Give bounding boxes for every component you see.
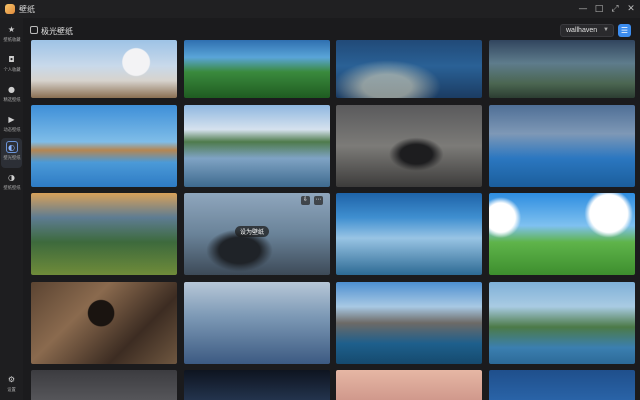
sidebar-item-label: 个人收藏: [2, 67, 21, 72]
sidebar-item-label: 设置: [7, 387, 16, 392]
folder-icon: ◘: [8, 54, 15, 64]
sidebar: ★ 壁纸收藏 ◘ 个人收藏 ● 精选壁纸 ▶ 动态壁纸 ◐ 壁光壁纸 ◑ 壁纸壁…: [0, 18, 23, 400]
wallpaper-thumbnail[interactable]: [31, 105, 177, 187]
wallpaper-thumbnail[interactable]: [336, 193, 482, 275]
gear-icon: ⚙: [7, 374, 16, 384]
wallpaper-thumbnail[interactable]: [184, 370, 330, 400]
play-icon: ▶: [8, 114, 15, 124]
wallpaper-thumbnail[interactable]: [184, 105, 330, 187]
wallpaper-thumbnail[interactable]: [336, 282, 482, 364]
page-title: 极光壁纸: [41, 27, 73, 36]
sidebar-item-label: 动态壁纸: [2, 127, 21, 132]
wallpaper-thumbnail[interactable]: [31, 193, 177, 275]
wallpaper-thumbnail[interactable]: ⇩ ⋯ 设为壁纸: [184, 193, 330, 275]
palette-icon: ◐: [5, 141, 18, 153]
wallpaper-thumbnail[interactable]: [336, 105, 482, 187]
sidebar-item-label: 精选壁纸: [2, 97, 21, 102]
wallpaper-thumbnail[interactable]: [489, 282, 635, 364]
sidebar-item-label: 壁纸壁纸: [2, 185, 21, 190]
wallpaper-thumbnail[interactable]: [489, 105, 635, 187]
circle-icon: ●: [8, 84, 15, 94]
wallpaper-thumbnail[interactable]: [489, 370, 635, 400]
sidebar-item-favorites[interactable]: ★ 壁纸收藏: [1, 20, 22, 50]
more-icon[interactable]: ⋯: [314, 196, 323, 205]
gallery-icon: [30, 26, 38, 34]
wallpaper-grid: ⇩ ⋯ 设为壁纸: [31, 40, 635, 400]
wallpaper-thumbnail[interactable]: [31, 370, 177, 400]
source-select-value: wallhaven: [566, 27, 598, 34]
sidebar-item-personal[interactable]: ◘ 个人收藏: [1, 50, 22, 80]
sidebar-item-label: 壁光壁纸: [2, 155, 21, 160]
sidebar-item-settings[interactable]: ⚙ 设置: [1, 370, 22, 400]
wallpaper-thumbnail[interactable]: [31, 282, 177, 364]
maximize-button[interactable]: □: [592, 2, 606, 16]
minimize-button[interactable]: —: [576, 2, 590, 16]
source-select[interactable]: wallhaven ▼: [560, 24, 614, 37]
wallpaper-thumbnail[interactable]: [489, 193, 635, 275]
wallpaper-thumbnail[interactable]: [184, 40, 330, 98]
sidebar-item-label: 壁纸收藏: [2, 37, 21, 42]
chevron-down-icon: ▼: [603, 27, 609, 33]
filter-button[interactable]: ☰: [618, 24, 631, 37]
close-button[interactable]: ✕: [624, 2, 638, 16]
wallpaper-thumbnail[interactable]: [336, 40, 482, 98]
download-icon[interactable]: ⇩: [301, 196, 310, 205]
fullscreen-button[interactable]: ⤢: [608, 2, 622, 16]
app-title: 壁纸: [19, 5, 35, 14]
set-wallpaper-badge[interactable]: 设为壁纸: [235, 226, 270, 237]
wallpaper-thumbnail[interactable]: [489, 40, 635, 98]
sidebar-item-wallpaper[interactable]: ◑ 壁纸壁纸: [1, 168, 22, 198]
star-icon: ★: [7, 24, 16, 34]
title-bar: 壁纸 — □ ⤢ ✕: [0, 0, 640, 18]
sidebar-item-featured[interactable]: ● 精选壁纸: [1, 80, 22, 110]
wallpaper-thumbnail[interactable]: [31, 40, 177, 98]
app-logo-icon: [5, 4, 15, 14]
sidebar-item-dynamic[interactable]: ▶ 动态壁纸: [1, 110, 22, 140]
palette-icon: ◑: [8, 172, 15, 182]
wallpaper-thumbnail[interactable]: [336, 370, 482, 400]
sidebar-item-aurora[interactable]: ◐ 壁光壁纸: [1, 138, 22, 168]
wallpaper-thumbnail[interactable]: [184, 282, 330, 364]
